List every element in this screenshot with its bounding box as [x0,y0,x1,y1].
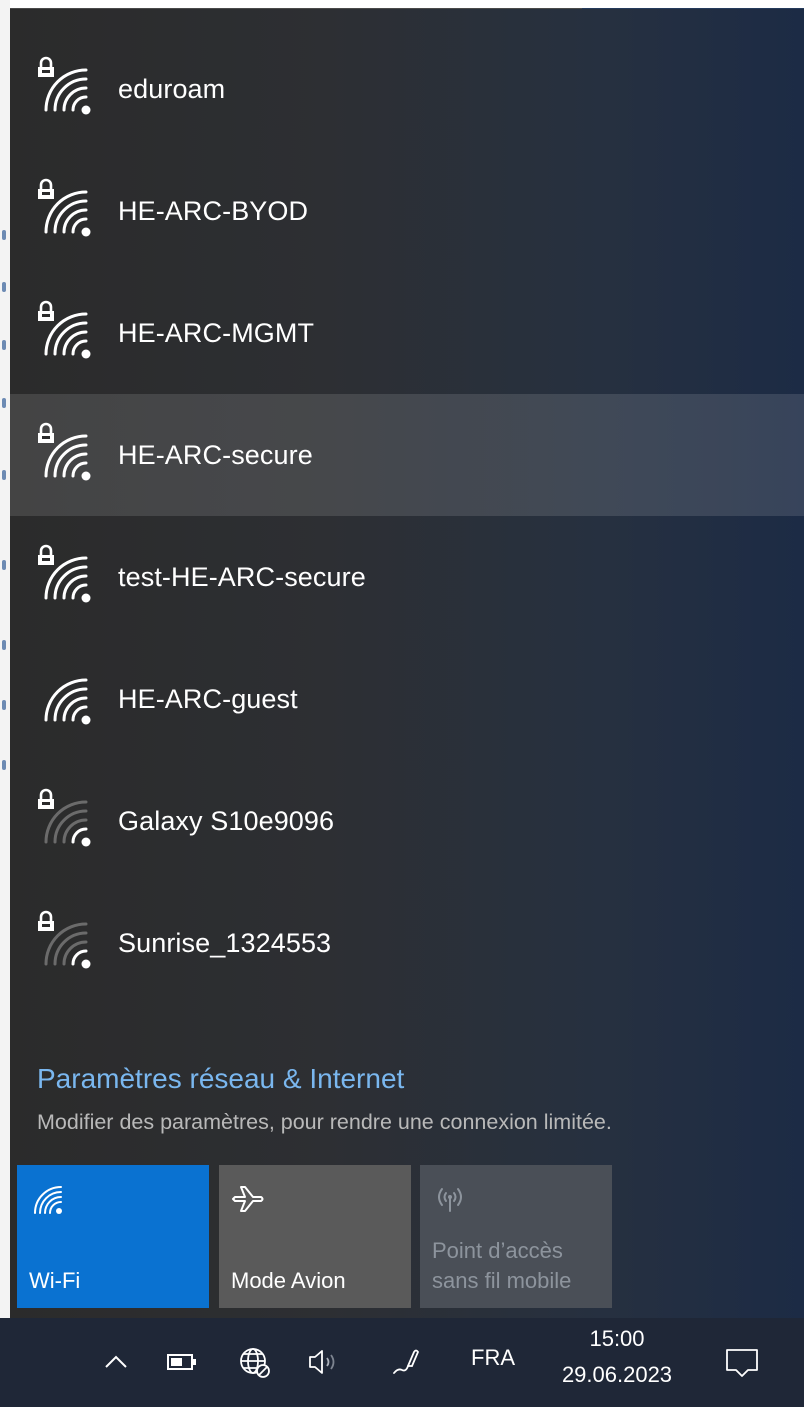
network-item[interactable]: HE-ARC-secure [10,394,804,516]
network-item[interactable]: eduroam [10,28,804,150]
wifi-tile-label: Wi-Fi [29,1268,81,1293]
input-language-indicator[interactable]: FRA [471,1345,515,1371]
wifi-secured-icon [38,788,91,847]
mobile-hotspot-tile[interactable]: Point d’accès sans fil mobile [420,1165,612,1308]
network-item[interactable]: test-HE-ARC-secure [10,516,804,638]
network-item[interactable]: HE-ARC-guest [10,638,804,760]
network-item[interactable]: Sunrise_1324553 [10,882,804,1004]
screen: eduroam HE-ARC-BYOD HE-ARC-MGMT HE-ARC-secu… [0,0,804,1407]
lock-icon [38,300,54,321]
network-settings-description: Modifier des paramètres, pour rendre une… [37,1110,612,1134]
lock-icon [38,910,54,931]
airplane-icon [232,1186,264,1212]
network-name: test-HE-ARC-secure [118,561,366,592]
panel-border-accent [582,8,804,9]
clock-time: 15:00 [589,1326,645,1351]
network-flyout: eduroam HE-ARC-BYOD HE-ARC-MGMT HE-ARC-secu… [10,8,804,1318]
wifi-secured-icon [38,178,91,237]
wifi-secured-icon [38,56,91,115]
hotspot-icon [438,1188,462,1212]
wifi-secured-icon [38,300,91,359]
taskbar: FRA 15:00 29.06.2023 [0,1318,804,1407]
network-item[interactable]: Galaxy S10e9096 [10,760,804,882]
network-name: Sunrise_1324553 [118,927,332,958]
network-item[interactable]: HE-ARC-BYOD [10,150,804,272]
airplane-tile-label: Mode Avion [231,1268,346,1293]
lock-icon [38,56,54,77]
pen-icon[interactable] [384,1340,428,1384]
lock-icon [38,544,54,565]
wifi-secured-icon [38,544,91,603]
chevron-up-icon[interactable] [94,1340,138,1384]
speaker-icon[interactable] [302,1340,346,1384]
network-name: HE-ARC-secure [118,439,313,470]
network-settings-link[interactable]: Paramètres réseau & Internet [37,1063,404,1095]
panel-border [10,8,582,9]
clock-date: 29.06.2023 [561,1362,673,1387]
hotspot-label-line1: Point d’accès [432,1238,563,1263]
lock-icon [38,178,54,199]
wifi-icon [44,678,91,725]
wifi-secured-icon [38,422,91,481]
wifi-secured-icon [38,910,91,969]
network-list: eduroam HE-ARC-BYOD HE-ARC-MGMT HE-ARC-secu… [10,28,804,1004]
hotspot-tile-label: Point d’accès sans fil mobile [432,1236,571,1296]
network-name: HE-ARC-guest [118,683,298,714]
network-name: eduroam [118,73,226,104]
wifi-icon [34,1186,62,1214]
desktop-background-strip [0,0,10,1318]
clock[interactable]: 15:00 29.06.2023 [550,1326,684,1404]
globe-network-icon[interactable] [232,1340,276,1384]
network-name: HE-ARC-BYOD [118,195,309,226]
network-name: HE-ARC-MGMT [118,317,315,348]
wifi-toggle-tile[interactable]: Wi-Fi [17,1165,209,1308]
battery-icon[interactable] [160,1340,204,1384]
airplane-mode-tile[interactable]: Mode Avion [219,1165,411,1308]
lock-icon [38,422,54,443]
hotspot-label-line2: sans fil mobile [432,1268,572,1293]
notification-icon[interactable] [720,1340,764,1384]
lock-icon [38,788,54,809]
network-item[interactable]: HE-ARC-MGMT [10,272,804,394]
network-name: Galaxy S10e9096 [118,805,335,836]
